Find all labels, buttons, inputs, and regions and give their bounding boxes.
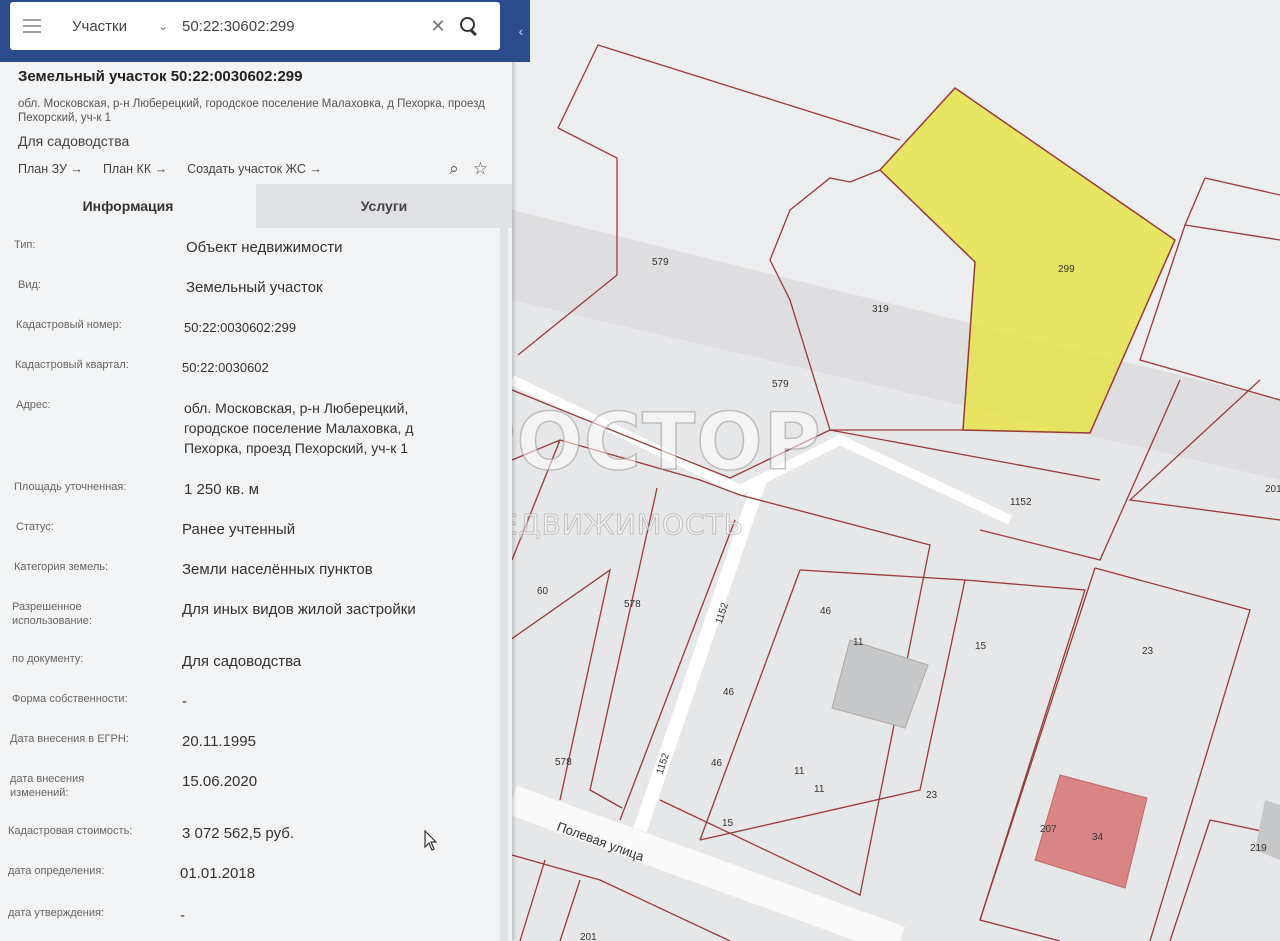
info-value: 01.01.2018 [180,865,256,882]
info-value: Земельный участок [186,279,323,296]
info-label: Тип: [14,239,36,251]
parcel-label: 23 [926,790,938,801]
object-header: Земельный участок 50:22:0030602:299 обл.… [18,68,498,179]
info-value: 15.06.2020 [182,773,258,790]
info-label: дата определения: [8,865,105,877]
layer-select[interactable]: Участки ⌄ [54,18,174,35]
parcel-label: 207 [1040,824,1057,835]
info-label: дата внесения изменений: [10,773,85,799]
object-address: обл. Московская, р-н Люберецкий, городск… [18,98,485,124]
info-value: Ранее учтенный [182,521,296,538]
tabs: Информация Услуги [0,184,512,228]
parcel-label: 319 [872,304,889,315]
info-label: Адрес: [16,399,51,411]
parcel-label: 578 [624,599,641,610]
parcel-label: 11 [814,784,825,795]
info-label: Категория земель: [14,561,109,573]
parcel-label: 60 [537,586,549,597]
info-label: Дата внесения в ЕГРН: [10,733,129,745]
parcel-label: 299 [1058,264,1075,275]
parcel-label: 11 [853,637,864,648]
info-label: дата утверждения: [8,907,105,919]
star-icon[interactable]: ☆ [473,159,488,179]
search-icon[interactable] [458,15,480,37]
search-header: Участки ⌄ ✕ [0,0,512,62]
info-value: - [182,693,187,710]
parcel-label: 34 [1092,832,1104,843]
info-value: Объект недвижимости [186,239,343,256]
info-value: Для садоводства [182,653,302,670]
info-panel: Участки ⌄ ✕ Земельный участок 50:22:0030… [0,0,512,941]
plan-zu-link[interactable]: План ЗУ → [18,162,83,176]
menu-icon[interactable] [10,2,54,50]
info-value: 50:22:0030602 [182,360,269,375]
parcel-label: 15 [722,818,734,829]
parcel-label: 578 [555,757,572,768]
parcel-label: 219 [1250,843,1267,854]
search-input[interactable] [182,17,422,35]
info-label: Разрешенное использование: [12,601,92,627]
parcel-label: 46 [711,758,723,769]
parcel-label: 1152 [1010,497,1032,508]
parcel-label: 15 [975,641,987,652]
object-use: Для садоводства [18,133,130,149]
parcel-label: 579 [772,379,789,390]
parcel-label: 201 [580,932,597,941]
info-value: 50:22:0030602:299 [184,320,297,335]
zoom-to-icon[interactable]: ⌕ [449,159,459,179]
tab-services[interactable]: Услуги [256,184,512,228]
scrollbar[interactable] [500,228,508,941]
create-parcel-link[interactable]: Создать участок ЖС → [187,162,322,176]
tab-information[interactable]: Информация [0,184,256,228]
search-bar: Участки ⌄ ✕ [10,2,500,50]
info-label: Статус: [16,521,54,533]
plan-kk-link[interactable]: План КК → [103,162,167,176]
collapse-panel-button[interactable]: ‹ [512,0,530,62]
mouse-cursor-icon [424,830,438,851]
parcel-label: 23 [1142,646,1154,657]
parcel-label: 46 [820,606,832,617]
parcel-label: 579 [652,257,669,268]
info-value: обл. Московская, р-н Люберецкий, городск… [184,400,414,456]
parcel-label: 11 [794,766,805,777]
parcel-label: 46 [723,687,735,698]
object-links: План ЗУ → План КК → Создать участок ЖС →… [18,159,498,179]
info-value: Земли населённых пунктов [182,561,373,578]
info-label: Кадастровая стоимость: [8,825,133,837]
info-label: по документу: [12,653,84,665]
info-label: Кадастровый квартал: [15,359,129,371]
info-label: Форма собственности: [12,693,128,705]
info-label: Площадь уточненная: [14,481,127,493]
layer-select-value: Участки [72,17,127,35]
info-label: Кадастровый номер: [16,319,122,331]
chevron-down-icon: ⌄ [157,19,168,33]
info-label: Вид: [18,279,41,291]
info-value: Для иных видов жилой застройки [182,601,416,618]
close-icon[interactable]: ✕ [428,16,448,37]
info-value: 1 250 кв. м [184,481,259,498]
object-title: Земельный участок 50:22:0030602:299 [18,68,303,85]
info-value: - [180,907,185,924]
info-value: 20.11.1995 [182,733,256,750]
parcel-label: 201 [1265,484,1280,495]
